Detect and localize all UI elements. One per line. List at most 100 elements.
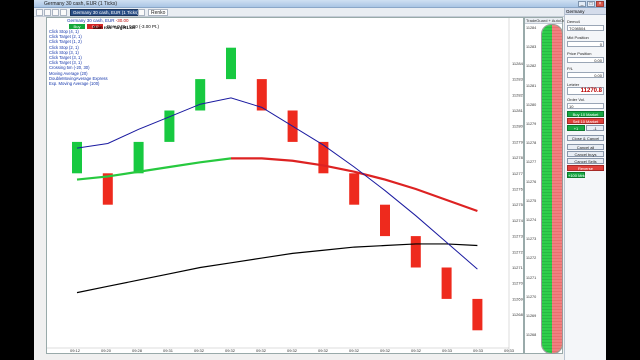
time-tick-label: 09:32 xyxy=(194,348,205,353)
dom-price-level[interactable]: 11274 xyxy=(526,218,536,222)
dom-price-level[interactable]: 11281 xyxy=(526,84,536,88)
zoom-out-icon[interactable] xyxy=(60,9,67,16)
time-tick-label: 09:33 xyxy=(473,348,484,353)
save-icon[interactable] xyxy=(36,9,43,16)
price-tick-label: 11283 xyxy=(512,77,524,82)
last-price-value: 11270.8 xyxy=(567,87,604,95)
price-tick-label: 11276 xyxy=(512,187,524,192)
dom-price-level[interactable]: 11273 xyxy=(526,237,536,241)
dom-volume-bar[interactable] xyxy=(541,24,563,354)
account-select[interactable]: TC98504 xyxy=(567,25,604,31)
price-tick-label: 11280 xyxy=(512,124,524,129)
dom-price-level[interactable]: 11269 xyxy=(526,314,536,318)
pl-label: P/L xyxy=(567,66,574,71)
close-button[interactable]: × xyxy=(596,1,604,7)
indicator-legend: Main row: Target1.xls Click Stop (4, 1) … xyxy=(49,25,136,86)
chart-pnl: -30.00 xyxy=(115,18,129,23)
dom-price-ladder: 11284 11283 11282 11281 11280 11279 11278 11277… xyxy=(526,24,540,354)
account-label: Demo4 xyxy=(567,19,580,24)
position-value: 0 xyxy=(567,41,604,47)
instrument-selector[interactable]: Germany 30 cash, EUR (1 Ticks) xyxy=(70,9,142,16)
dom-price-level[interactable]: 11280 xyxy=(526,103,536,107)
dom-price-level[interactable]: 11272 xyxy=(526,256,536,260)
renko-brick xyxy=(226,47,236,80)
dom-price-level[interactable]: 11283 xyxy=(526,45,536,49)
time-tick-label: 09:32 xyxy=(256,348,267,353)
renko-brick xyxy=(472,298,483,331)
price-tick-label: 11270 xyxy=(512,281,524,286)
sell-market-button[interactable]: Sell 10 Market xyxy=(567,118,604,124)
dom-price-level[interactable]: 11275 xyxy=(526,199,536,203)
time-tick-label: 09:32 xyxy=(380,348,391,353)
price-value: 0.00 xyxy=(567,57,604,63)
plus-one-button[interactable]: +1 xyxy=(567,125,585,131)
dom-price-level[interactable]: 11284 xyxy=(526,26,536,30)
zoom-in-icon[interactable] xyxy=(52,9,59,16)
dom-price-level[interactable]: 11278 xyxy=(526,141,536,145)
maximize-button[interactable]: □ xyxy=(587,1,595,7)
window-controls: _ □ × xyxy=(578,1,604,7)
price-tick-label: 11278 xyxy=(512,155,524,160)
settings-icon[interactable] xyxy=(138,9,145,16)
time-tick-label: 09:32 xyxy=(225,348,236,353)
renko-brick xyxy=(441,267,452,299)
price-tick-label: 11272 xyxy=(512,249,524,254)
order-volume-label: Order Vol. xyxy=(567,97,586,102)
dom-sell-side[interactable] xyxy=(552,25,562,353)
price-tick-label: 11269 xyxy=(512,296,524,301)
renko-brick xyxy=(410,236,421,268)
title-bar: Germany 30 cash, EUR (1 Ticks) _ □ × xyxy=(34,0,606,8)
legend-title: Main row: Target1.xls xyxy=(93,25,136,30)
pl-value: 0.00 xyxy=(567,72,604,78)
order-panel-tab[interactable]: Germany xyxy=(565,8,606,15)
dom-price-level[interactable]: 11276 xyxy=(526,180,536,184)
price-tick-label: 11275 xyxy=(512,202,524,207)
renko-brick xyxy=(72,141,82,174)
renko-chart[interactable]: 11284 11283 11282 11281 11280 11279 11278 11277… xyxy=(46,17,524,354)
time-tick-label: 09:28 xyxy=(132,348,143,353)
dom-price-level[interactable]: 11268 xyxy=(526,333,536,337)
range-selector[interactable]: Renko xyxy=(148,9,169,16)
cancel-buys-button[interactable]: Cancel buys xyxy=(567,151,604,157)
price-tick-label: 11281 xyxy=(512,108,524,113)
moving-average-up-line xyxy=(76,157,232,181)
price-tick-label: 11277 xyxy=(512,171,524,176)
dom-price-level[interactable]: 11271 xyxy=(526,276,536,280)
time-tick-label: 09:32 xyxy=(349,348,360,353)
reverse-button[interactable]: Reverse xyxy=(567,165,604,171)
order-volume-input[interactable]: 10 xyxy=(567,103,604,109)
chart-header: Germany 30 cash, EUR -30.00 xyxy=(67,18,129,23)
market-100-button[interactable]: +100 Mrk xyxy=(567,172,585,178)
time-tick-label: 09:32 xyxy=(411,348,422,353)
buy-market-button[interactable]: Buy 10 Market xyxy=(567,111,604,117)
legend-item[interactable]: Exp. Moving Average (100) xyxy=(49,81,108,86)
time-tick-label: 09:31 xyxy=(163,348,174,353)
price-tick-label: 11274 xyxy=(512,218,524,223)
chart-toolbar: Germany 30 cash, EUR (1 Ticks) Renko xyxy=(34,8,606,17)
cancel-all-button[interactable]: Cancel all xyxy=(567,144,604,150)
dom-price-level[interactable]: 11277 xyxy=(526,160,536,164)
renko-brick xyxy=(133,141,144,174)
minus-one-button[interactable]: -1 xyxy=(586,125,604,131)
price-label: Price Position xyxy=(567,51,592,56)
renko-brick xyxy=(380,204,390,237)
time-tick-label: 09:12 xyxy=(70,348,81,353)
dom-price-level[interactable]: 11282 xyxy=(526,64,536,68)
minimize-button[interactable]: _ xyxy=(578,1,586,7)
time-tick-label: 09:32 xyxy=(318,348,329,353)
order-panel: Germany Demo4 TC98504 Mkt Position 0 Pri… xyxy=(564,8,606,360)
depth-of-market: TradeGuard + AutoOrderExit 1128411283112… xyxy=(524,17,578,354)
close-cancel-button[interactable]: Close & Cancel xyxy=(567,135,604,141)
price-tick-label: 11268 xyxy=(512,312,524,317)
window-title: Germany 30 cash, EUR (1 Ticks) xyxy=(44,1,118,7)
chart-canvas: 11284 11283 11282 11281 11280 11279 11278 11277… xyxy=(47,18,524,353)
time-tick-label: 09:20 xyxy=(101,348,112,353)
print-icon[interactable] xyxy=(44,9,51,16)
price-tick-label: 11279 xyxy=(512,139,524,144)
price-tick-label: 11282 xyxy=(512,92,524,97)
dom-price-level[interactable]: 11279 xyxy=(526,122,536,126)
app-window: Germany 30 cash, EUR (1 Ticks) _ □ × Ger… xyxy=(34,0,606,360)
dom-price-level[interactable]: 11270 xyxy=(526,295,536,299)
price-tick-label: 11271 xyxy=(512,265,524,270)
cancel-sells-button[interactable]: Cancel Sells xyxy=(567,158,604,164)
